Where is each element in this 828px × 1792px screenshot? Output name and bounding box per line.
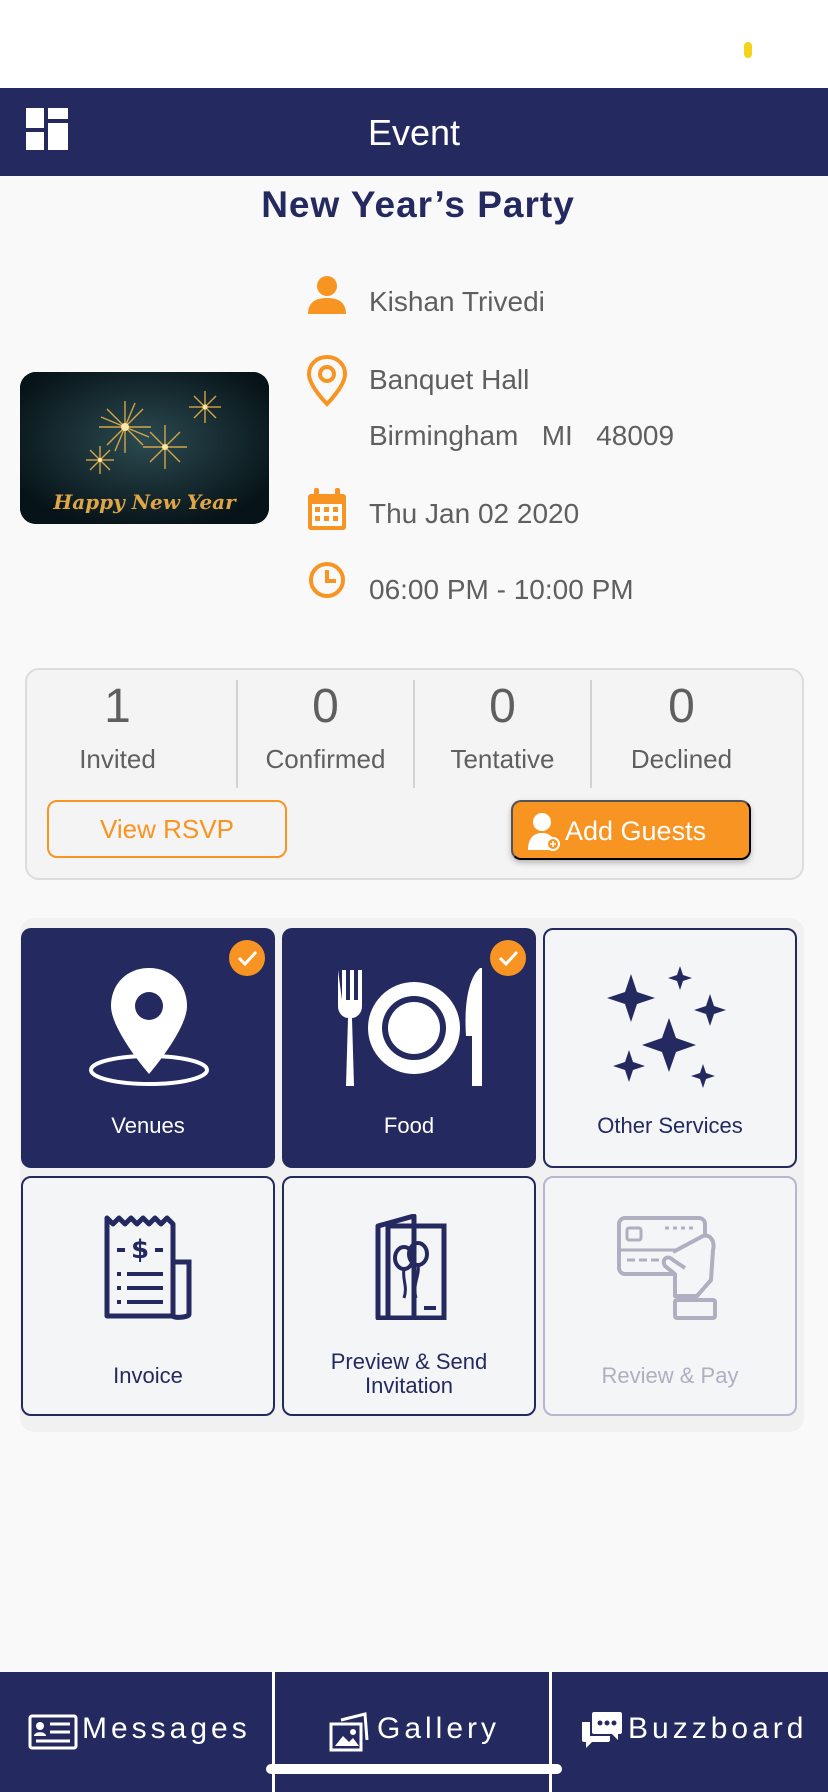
svg-text:$: $ <box>131 1235 149 1265</box>
guest-stats-card: 1 Invited 0 Confirmed 0 Tentative 0 Decl… <box>25 668 804 880</box>
gallery-icon <box>329 1712 369 1752</box>
app-header: Event <box>0 88 828 176</box>
location-pin-icon <box>306 354 348 407</box>
stat-value: 0 <box>668 680 695 733</box>
tab-messages[interactable]: Messages <box>0 1672 272 1792</box>
sparkles-icon <box>607 966 726 1088</box>
home-indicator <box>266 1764 562 1774</box>
stat-label: Tentative <box>450 744 555 774</box>
status-bar <box>0 0 828 88</box>
stat-label: Declined <box>630 744 733 774</box>
event-title: New Year’s Party <box>261 184 575 225</box>
calendar-icon <box>308 488 346 530</box>
messages-icon <box>28 1714 78 1750</box>
tile-label: Other Services <box>597 1113 743 1138</box>
stat-tentative[interactable]: 0 Tentative <box>414 680 591 775</box>
stat-confirmed[interactable]: 0 Confirmed <box>237 680 414 775</box>
add-guests-button[interactable]: Add Guests <box>511 800 751 860</box>
venue-state: MI <box>541 420 573 451</box>
tile-venues[interactable]: Venues <box>21 928 275 1168</box>
stat-label: Invited <box>79 744 156 774</box>
tile-review-pay: Review & Pay <box>543 1176 797 1416</box>
event-image-caption: Happy New Year <box>53 490 236 514</box>
tile-other-services[interactable]: Other Services <box>543 928 797 1168</box>
tile-label: Invoice <box>113 1363 183 1388</box>
chat-bubbles-icon <box>582 1712 622 1748</box>
tile-label: Preview & Send <box>330 1349 488 1374</box>
receipt-icon: $ <box>104 1215 192 1320</box>
map-pin-icon <box>89 968 209 1086</box>
venue-name: Banquet Hall <box>369 364 530 395</box>
credit-card-hand-icon <box>617 1216 717 1320</box>
venue-row: Banquet Hall Birmingham MI 48009 <box>300 350 820 460</box>
plate-cutlery-icon <box>338 968 482 1086</box>
tile-label: Food <box>383 1113 435 1138</box>
venue-zip: 48009 <box>596 420 675 451</box>
tile-food[interactable]: Food <box>282 928 536 1168</box>
venue-city: Birmingham <box>369 420 519 451</box>
event-image: Happy New Year <box>20 372 269 524</box>
tile-invoice[interactable]: $ Invoice <box>21 1176 275 1416</box>
tab-label: Messages <box>82 1712 251 1745</box>
add-guests-label: Add Guests <box>565 816 707 846</box>
date-row: Thu Jan 02 2020 <box>300 484 820 544</box>
event-time: 06:00 PM - 10:00 PM <box>369 574 634 605</box>
stat-value: 0 <box>489 680 516 733</box>
clock-icon <box>309 562 345 598</box>
stat-declined[interactable]: 0 Declined <box>593 680 770 775</box>
person-icon <box>308 276 346 314</box>
invitation-card-icon <box>375 1214 447 1320</box>
status-indicator-dot <box>744 42 752 58</box>
stat-label: Confirmed <box>265 744 386 774</box>
stat-value: 1 <box>104 680 131 733</box>
tile-label: Review & Pay <box>601 1363 739 1388</box>
event-date: Thu Jan 02 2020 <box>369 498 580 529</box>
tile-preview-send-invitation[interactable]: Preview & Send Invitation <box>282 1176 536 1416</box>
view-rsvp-button[interactable]: View RSVP <box>47 800 287 858</box>
stat-value: 0 <box>312 680 339 733</box>
tile-label: Venues <box>111 1113 185 1138</box>
host-row: Kishan Trivedi <box>300 272 820 332</box>
completed-check-icon <box>229 940 265 976</box>
completed-check-icon <box>490 940 526 976</box>
tab-label: Gallery <box>377 1712 501 1745</box>
venue-address: Birmingham MI 48009 <box>369 420 674 452</box>
time-row: 06:00 PM - 10:00 PM <box>300 560 820 620</box>
tab-label: Buzzboard <box>628 1712 808 1745</box>
host-name: Kishan Trivedi <box>369 286 545 317</box>
tab-gallery[interactable]: Gallery <box>275 1672 549 1792</box>
header-title: Event <box>367 112 461 153</box>
tile-label-line-2: Invitation <box>364 1373 454 1398</box>
add-person-icon <box>528 813 560 851</box>
stat-divider <box>590 680 592 788</box>
tab-buzzboard[interactable]: Buzzboard <box>552 1672 828 1792</box>
bottom-tab-bar: Messages Gallery Buzzboard <box>0 1672 828 1792</box>
stat-invited[interactable]: 1 Invited <box>29 680 206 775</box>
